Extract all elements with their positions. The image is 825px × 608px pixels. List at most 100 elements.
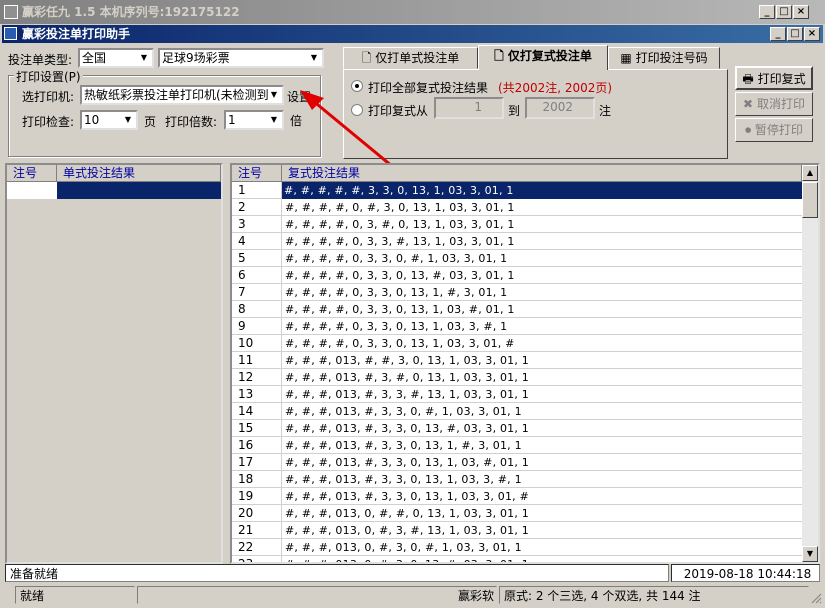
table-row[interactable]: 3 #, #, #, #, 0, 3, #, 0, 13, 1, 03, 3, 0… <box>232 216 802 233</box>
bottom-status-left: 就绪 <box>15 586 135 604</box>
pause-print-label: 暂停打印 <box>754 123 803 137</box>
tab-multiple[interactable]: 🗋 仅打复式投注单 <box>478 45 608 70</box>
inner-close-icon[interactable]: × <box>804 27 820 41</box>
tab-numbers-label: 打印投注号码 <box>635 51 708 65</box>
row-result: #, #, #, 013, 0, #, 3, 0, #, 1, 03, 3, 0… <box>285 541 522 554</box>
single-col-result: 单式投注结果 <box>57 165 221 181</box>
table-row[interactable]: 7 #, #, #, #, 0, 3, 3, 0, 13, 1, #, 3, 01… <box>232 284 802 301</box>
row-result: #, #, #, #, 0, 3, 3, 0, 13, 1, #, 3, 01,… <box>285 286 508 299</box>
range-to-spinner[interactable]: 2002 <box>525 97 595 119</box>
table-row[interactable]: 22 #, #, #, 013, 0, #, 3, 0, #, 1, 03, 3,… <box>232 539 802 556</box>
tab-numbers[interactable]: ▦ 打印投注号码 <box>608 47 720 69</box>
inner-minimize-icon[interactable]: _ <box>770 27 786 41</box>
tab-multiple-label: 仅打复式投注单 <box>507 49 592 63</box>
row-result: #, #, #, #, 0, 3, 3, 0, 13, #, 03, 3, 01… <box>285 269 515 282</box>
row-result: #, #, #, #, 0, 3, 3, 0, 13, 1, 03, 3, 01… <box>285 337 515 350</box>
lottery-region-select[interactable]: 全国 ▼ <box>78 48 154 68</box>
printer-icon: 🖶 <box>742 72 754 86</box>
single-result-grid[interactable]: 注号 单式投注结果 <box>5 163 223 564</box>
row-number: 6 <box>232 267 282 284</box>
row-number: 12 <box>232 369 282 386</box>
table-row[interactable]: 1 #, #, #, #, #, 3, 3, 0, 13, 1, 03, 3, 0… <box>232 182 802 199</box>
printer-select[interactable]: 热敏纸彩票投注单打印机(未检测到 ▼ <box>80 85 284 105</box>
check-value: 10 <box>84 113 100 127</box>
row-number: 23 <box>232 556 282 562</box>
multiple-value: 1 <box>228 113 236 127</box>
bottom-status-right: 原式: 2 个三选, 4 个双选, 共 144 注 <box>499 586 809 604</box>
row-number: 3 <box>232 216 282 233</box>
tab-single[interactable]: 🗋 仅打单式投注单 <box>343 47 478 69</box>
chevron-down-icon: ▼ <box>140 53 148 62</box>
table-row[interactable]: 5 #, #, #, #, 0, 3, 3, 0, #, 1, 03, 3, 01… <box>232 250 802 267</box>
row-result: #, #, #, #, 0, #, 3, 0, 13, 1, 03, 3, 01… <box>285 201 515 214</box>
minimize-icon[interactable]: _ <box>759 5 775 19</box>
table-row[interactable]: 14 #, #, #, 013, #, 3, 3, 0, #, 1, 03, 3,… <box>232 403 802 420</box>
row-result: #, #, #, #, 0, 3, 3, 0, #, 1, 03, 3, 01,… <box>285 252 508 265</box>
print-button-label: 打印复式 <box>757 72 806 86</box>
range-from-spinner[interactable]: 1 <box>434 97 504 119</box>
row-result: #, #, #, 013, #, 3, 3, 0, 13, 1, 03, 3, … <box>285 473 522 486</box>
table-row[interactable]: 9 #, #, #, #, 0, 3, 3, 0, 13, 1, 03, 3, #… <box>232 318 802 335</box>
table-row[interactable]: 21 #, #, #, 013, 0, #, 3, #, 13, 1, 03, 3… <box>232 522 802 539</box>
inner-maximize-icon[interactable]: □ <box>787 27 803 41</box>
row-result: #, #, #, 013, 0, #, 3, #, 13, 1, 03, 3, … <box>285 524 529 537</box>
table-row[interactable]: 12 #, #, #, 013, #, 3, #, 0, 13, 1, 03, 3… <box>232 369 802 386</box>
chevron-down-icon: ▼ <box>270 90 278 99</box>
row-result: #, #, #, #, 0, 3, #, 0, 13, 1, 03, 3, 01… <box>285 218 515 231</box>
close-x-icon: ✖ <box>743 97 754 111</box>
lottery-game-value: 足球9场彩票 <box>162 51 230 65</box>
print-button[interactable]: 🖶 打印复式 <box>735 66 813 90</box>
scroll-down-icon[interactable]: ▼ <box>802 546 818 562</box>
table-row[interactable]: 17 #, #, #, 013, #, 3, 3, 0, 13, 1, 03, #… <box>232 454 802 471</box>
resize-grip-icon[interactable] <box>810 592 822 604</box>
radio-all-note: (共2002注, 2002页) <box>498 81 613 95</box>
scroll-thumb[interactable] <box>802 182 818 218</box>
printer-label: 选打印机: <box>22 90 75 104</box>
scroll-up-icon[interactable]: ▲ <box>802 165 818 181</box>
table-row[interactable]: 8 #, #, #, #, 0, 3, 3, 0, 13, 1, 03, #, 0… <box>232 301 802 318</box>
table-row[interactable]: 18 #, #, #, 013, #, 3, 3, 0, 13, 1, 03, 3… <box>232 471 802 488</box>
inner-app-icon <box>4 27 17 40</box>
page-unit: 页 <box>144 115 157 129</box>
table-row[interactable]: 15 #, #, #, 013, #, 3, 3, 0, 13, #, 03, 3… <box>232 420 802 437</box>
table-row[interactable]: 20 #, #, #, 013, 0, #, #, 0, 13, 1, 03, 3… <box>232 505 802 522</box>
cancel-print-button[interactable]: ✖ 取消打印 <box>735 92 813 116</box>
table-row[interactable]: 4 #, #, #, #, 0, 3, 3, #, 13, 1, 03, 3, 0… <box>232 233 802 250</box>
row-result: #, #, #, 013, #, #, 3, 0, 13, 1, 03, 3, … <box>285 354 529 367</box>
range-unit: 注 <box>599 104 612 118</box>
table-row[interactable]: 2 #, #, #, #, 0, #, 3, 0, 13, 1, 03, 3, 0… <box>232 199 802 216</box>
tab-single-label: 仅打单式投注单 <box>375 51 460 65</box>
row-number: 22 <box>232 539 282 556</box>
row-result: #, #, #, #, 0, 3, 3, 0, 13, 1, 03, 3, #,… <box>285 320 508 333</box>
row-result: #, #, #, 013, #, 3, #, 0, 13, 1, 03, 3, … <box>285 371 529 384</box>
single-row-selected[interactable] <box>57 182 221 199</box>
multiple-result-grid[interactable]: 注号 复式投注结果 1 #, #, #, #, #, 3, 3, 0, 13, 1… <box>230 163 820 564</box>
print-settings-legend: 打印设置(P) <box>14 68 83 85</box>
status-ready-text: 准备就绪 <box>10 567 59 581</box>
lottery-game-select[interactable]: 足球9场彩票 ▼ <box>158 48 324 68</box>
pause-icon: ⏺ <box>745 123 752 137</box>
close-icon[interactable]: × <box>793 5 809 19</box>
table-row[interactable]: 19 #, #, #, 013, #, 3, 3, 0, 13, 1, 03, 3… <box>232 488 802 505</box>
vertical-scrollbar[interactable]: ▲ ▼ <box>802 165 818 562</box>
row-result: #, #, #, 013, #, 3, 3, 0, 13, 1, 03, 3, … <box>285 490 529 503</box>
table-row[interactable]: 11 #, #, #, 013, #, #, 3, 0, 13, 1, 03, 3… <box>232 352 802 369</box>
pause-print-button[interactable]: ⏺ 暂停打印 <box>735 118 813 142</box>
row-number: 16 <box>232 437 282 454</box>
multiple-select[interactable]: 1 ▼ <box>224 110 284 130</box>
table-row[interactable]: 6 #, #, #, #, 0, 3, 3, 0, 13, #, 03, 3, 0… <box>232 267 802 284</box>
table-row[interactable]: 10 #, #, #, #, 0, 3, 3, 0, 13, 1, 03, 3, … <box>232 335 802 352</box>
lottery-type-label: 投注单类型: <box>8 53 73 67</box>
bottom-status-right-text: 原式: 2 个三选, 4 个双选, 共 144 注 <box>504 589 701 603</box>
table-row[interactable]: 23#, #, #, 013, 0, #, 3, 0, 13, #, 03, 3… <box>232 556 802 562</box>
row-number: 20 <box>232 505 282 522</box>
maximize-icon[interactable]: □ <box>776 5 792 19</box>
status-datetime-field: 2019-08-18 10:44:18 <box>671 564 820 582</box>
bottom-status-left-text: 就绪 <box>20 589 45 603</box>
row-result: #, #, #, 013, #, 3, 3, 0, #, 1, 03, 3, 0… <box>285 405 522 418</box>
table-row[interactable]: 16 #, #, #, 013, #, 3, 3, 0, 13, 1, #, 3,… <box>232 437 802 454</box>
check-select[interactable]: 10 ▼ <box>80 110 138 130</box>
row-result: #, #, #, 013, #, 3, 3, #, 13, 1, 03, 3, … <box>285 388 529 401</box>
table-row[interactable]: 13 #, #, #, 013, #, 3, 3, #, 13, 1, 03, 3… <box>232 386 802 403</box>
row-number: 7 <box>232 284 282 301</box>
